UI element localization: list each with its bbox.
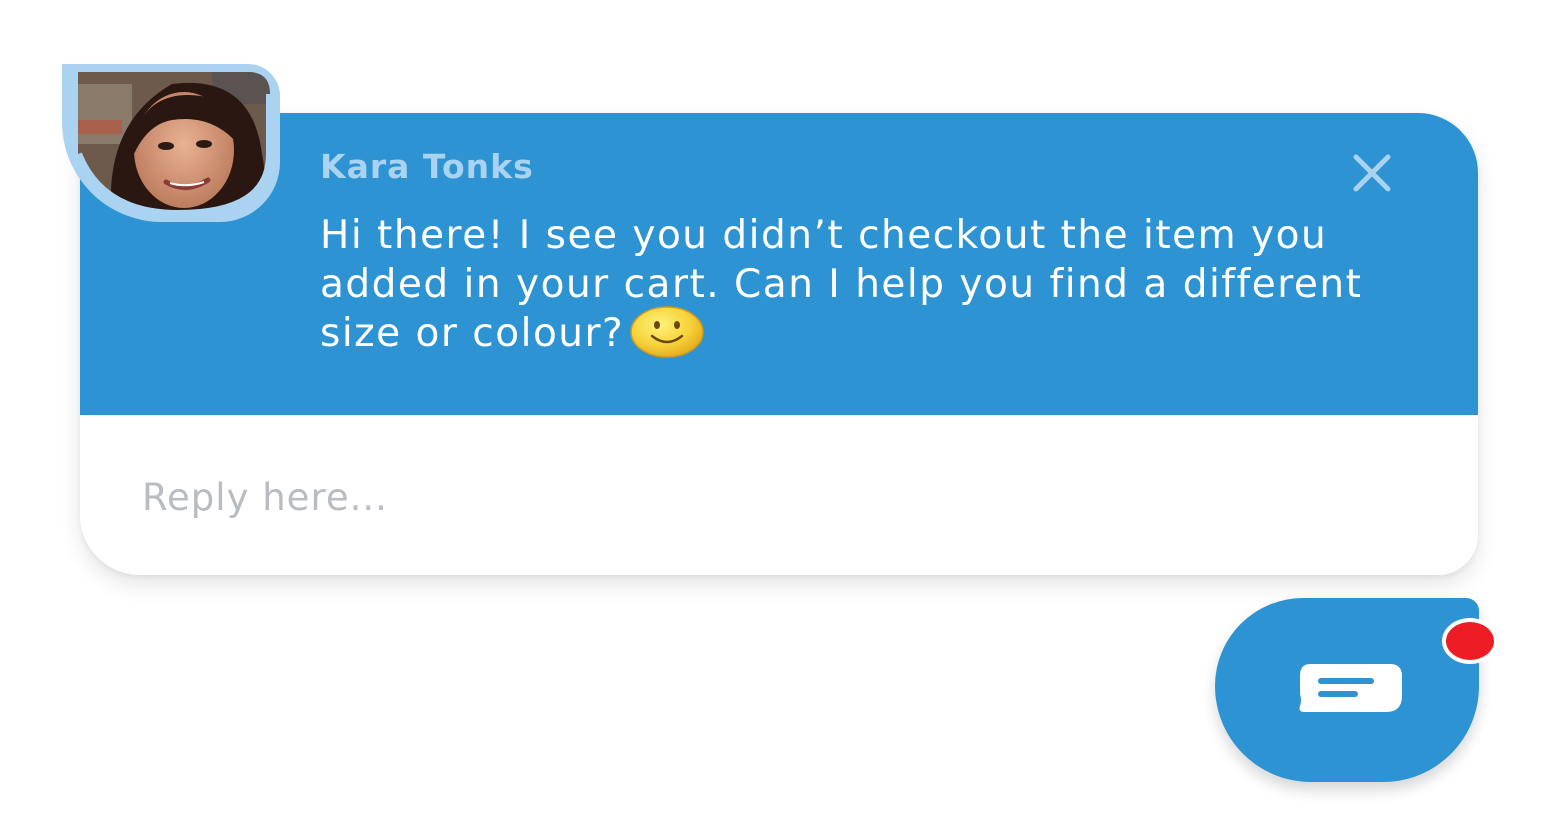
close-button[interactable]: [1346, 145, 1400, 199]
reply-area: [80, 415, 1478, 575]
reply-input[interactable]: [142, 467, 1342, 527]
chat-widget-stage: Kara Tonks Hi there! I see you didn’t ch…: [0, 0, 1562, 826]
chat-message: Hi there! I see you didn’t checkout the …: [320, 211, 1420, 362]
agent-name: Kara Tonks: [320, 147, 534, 186]
chat-header: Kara Tonks Hi there! I see you didn’t ch…: [80, 113, 1478, 415]
close-icon: [1353, 154, 1391, 192]
smiley-emoji-icon: [630, 305, 705, 358]
unread-notification-badge: [1446, 622, 1494, 660]
chat-popup: Kara Tonks Hi there! I see you didn’t ch…: [80, 113, 1478, 575]
chat-message-text: Hi there! I see you didn’t checkout the …: [320, 213, 1363, 356]
chat-bubble-icon: [1299, 664, 1402, 712]
